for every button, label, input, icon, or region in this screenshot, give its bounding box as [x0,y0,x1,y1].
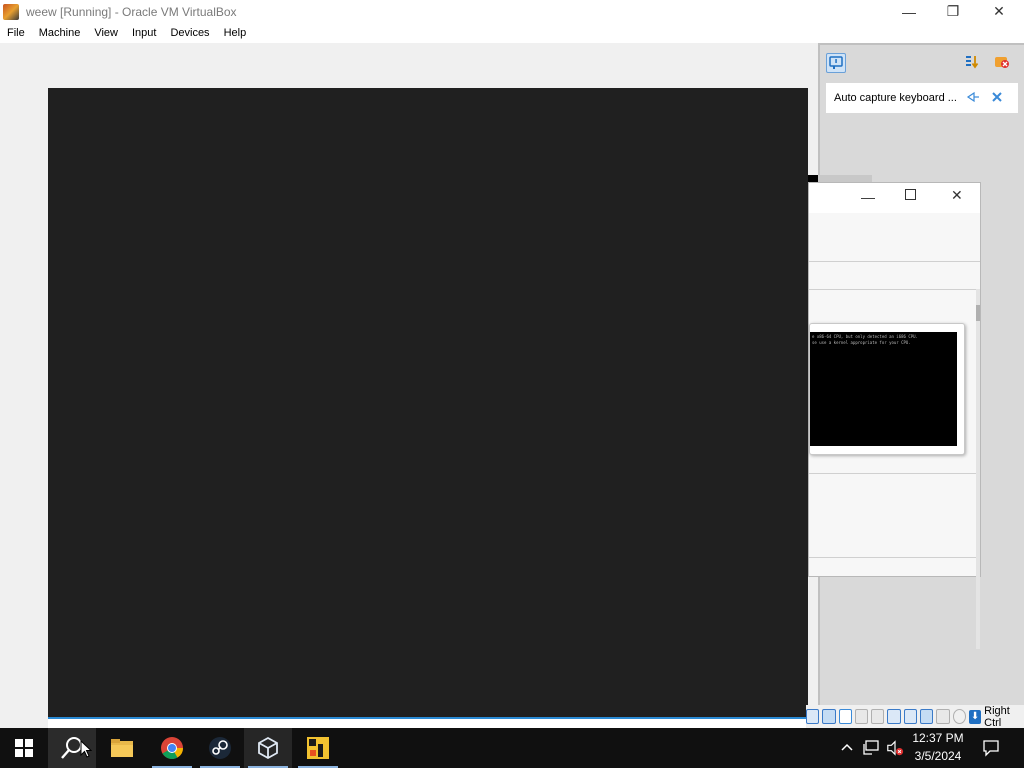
guest-divider [809,261,980,262]
volume-tray-button[interactable] [886,739,904,757]
network-tray-button[interactable] [862,739,880,757]
guest-console-line: se use a kernel appropriate for your CPU… [812,340,911,345]
network-icon[interactable] [854,709,869,724]
file-explorer-icon [111,739,133,757]
windows-taskbar: 12:37 PM 3/5/2024 [0,728,1024,768]
start-button[interactable] [0,728,48,768]
start-icon [15,739,33,757]
virtualbox-app-icon [3,3,19,20]
taskbar-virtualbox[interactable] [244,728,292,768]
minimize-button[interactable]: — [886,0,932,23]
title-bar: weew [Running] - Oracle VM VirtualBox — … [0,0,1024,23]
optical-drive-icon[interactable] [822,709,836,724]
volume-muted-icon [887,740,904,756]
guest-divider [809,289,980,290]
notification-alert-icon[interactable] [826,53,846,73]
show-hidden-icons-button[interactable] [838,739,856,757]
notification-message: Auto capture keyboard ... [826,83,1018,113]
guest-vm-preview: e x86-64 CPU, but only detected an i686 … [809,323,965,455]
clock-time[interactable]: 12:37 PM [906,731,970,745]
vm-status-bar: ⬇ Right Ctrl [806,704,1024,729]
hard-disk-icon[interactable] [806,709,820,724]
virtualbox-icon [258,736,278,760]
notification-toolbar [820,45,1024,79]
guest-scrollbar[interactable] [976,289,980,649]
guest-divider [809,473,980,474]
clock-date[interactable]: 3/5/2024 [906,749,970,763]
chrome-icon [161,737,183,759]
host-key-label: Right Ctrl [984,704,1010,729]
vm-guest-taskbar-strip [48,717,808,728]
recording-icon[interactable] [920,709,934,724]
guest-maximize-icon[interactable] [905,189,916,200]
sort-order-icon[interactable] [964,54,980,70]
taskbar-steam[interactable] [196,728,244,768]
vm-guest-screen[interactable] [48,88,808,717]
notifications-icon [983,740,999,757]
usb-icon[interactable] [871,709,885,724]
menu-devices[interactable]: Devices [163,27,216,39]
menu-help[interactable]: Help [217,27,254,39]
menu-view[interactable]: View [87,27,125,39]
mouse-integration-icon[interactable] [952,709,966,724]
mouse-cursor-icon [80,740,92,758]
guest-background-dark [808,175,818,182]
guest-close-icon[interactable]: ✕ [951,187,963,204]
app-icon [307,737,329,759]
menu-file[interactable]: File [0,27,32,39]
network-icon [863,740,879,755]
steam-icon [209,737,231,759]
restore-icon: ❐ [946,3,960,19]
dismiss-notification-icon[interactable] [990,90,1004,107]
notification-text: Auto capture keyboard ... [834,92,957,104]
chevron-up-icon [841,743,853,751]
audio-icon[interactable] [838,709,852,724]
vt-x-icon[interactable] [936,709,950,724]
pin-notification-icon[interactable] [966,90,980,107]
menu-bar: File Machine View Input Devices Help [0,23,1024,43]
action-center-button[interactable] [982,739,1000,757]
menu-machine[interactable]: Machine [32,27,88,39]
display-icon[interactable] [903,709,918,724]
guest-vm-preview-screen: e x86-64 CPU, but only detected an i686 … [810,332,957,446]
guest-minimize-icon[interactable]: — [861,189,875,205]
close-icon: ✕ [993,3,1005,19]
guest-console-line: e x86-64 CPU, but only detected an i686 … [812,334,918,339]
guest-scrollbar-thumb[interactable] [976,305,980,321]
minimize-icon: — [902,3,916,20]
clear-all-icon[interactable] [994,54,1010,70]
close-button[interactable]: ✕ [976,0,1022,23]
taskbar-file-explorer[interactable] [98,728,146,768]
shared-folders-icon[interactable] [887,709,901,724]
window-title: weew [Running] - Oracle VM VirtualBox [26,4,237,19]
taskbar-app[interactable] [294,728,342,768]
guest-window: — ✕ e x86-64 CPU, but only detected an i… [808,182,981,649]
keyboard-capture-icon[interactable]: ⬇ [968,709,982,724]
guest-window-titlebar: — ✕ [809,183,980,213]
taskbar-chrome[interactable] [148,728,196,768]
menu-input[interactable]: Input [125,27,163,39]
guest-divider [809,557,980,558]
restore-button[interactable]: ❐ [930,0,976,23]
vm-display-area [0,43,818,728]
search-button[interactable] [48,728,96,768]
